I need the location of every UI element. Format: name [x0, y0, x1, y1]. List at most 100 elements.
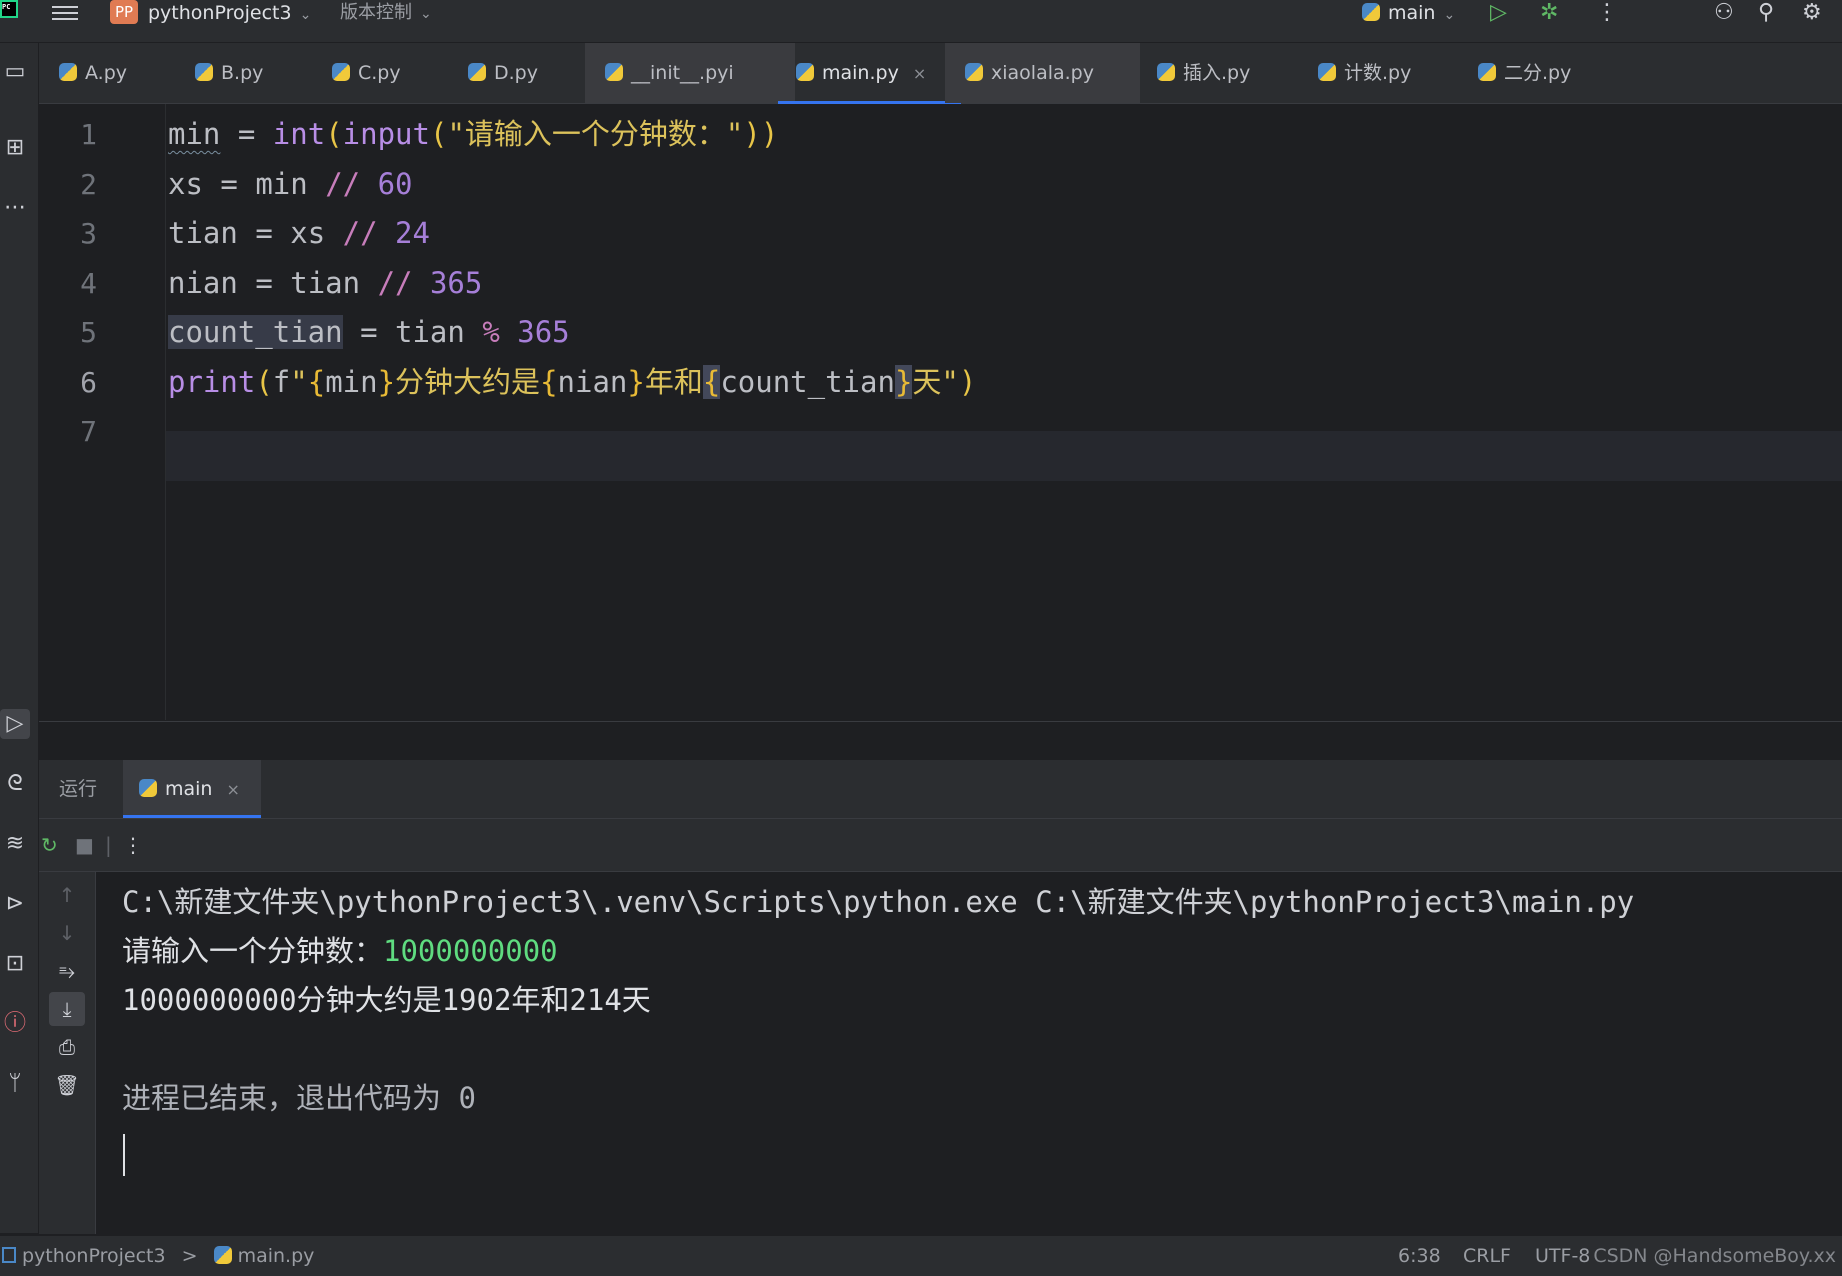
python-file-icon: [1478, 62, 1496, 81]
pycharm-logo-icon: PC: [0, 0, 18, 18]
line-number: 5: [80, 316, 97, 349]
run-config-selector[interactable]: main ⌄: [1362, 0, 1455, 28]
console-side-toolbar: ↑ ↓ ⥱ ⤓ ⎙ 🗑: [39, 872, 96, 1234]
project-selector[interactable]: pythonProject3 ⌄: [148, 0, 311, 28]
console-caret: [123, 1134, 125, 1176]
breadcrumb-project[interactable]: pythonProject3: [22, 1245, 166, 1267]
tab-label: A.py: [85, 62, 128, 84]
tab-c-py[interactable]: C.py: [332, 43, 401, 103]
close-run-tab-icon[interactable]: ×: [226, 780, 239, 799]
services-icon[interactable]: ⊳: [0, 889, 30, 919]
scroll-up-icon[interactable]: ↑: [49, 878, 85, 912]
left-tool-strip: ▭ ⊞ ⋯ ▷ ᘓ ≋ ⊳ ⊡ ⓘ ᛘ: [0, 43, 39, 1233]
tab-binary-py[interactable]: 二分.py: [1478, 43, 1571, 103]
settings-gear-icon[interactable]: ⚙: [1802, 0, 1822, 26]
python-icon: [1362, 2, 1380, 21]
python-file-icon: [59, 62, 77, 81]
chevron-down-icon: ⌄: [420, 6, 432, 22]
run-config-name: main: [1388, 2, 1436, 24]
file-encoding[interactable]: UTF-8: [1535, 1236, 1590, 1276]
project-folder-icon[interactable]: ▭: [0, 57, 30, 87]
vcs-menu[interactable]: 版本控制 ⌄: [340, 0, 432, 27]
stop-icon[interactable]: ■: [75, 819, 94, 871]
breadcrumb[interactable]: pythonProject3 > main.py: [2, 1236, 314, 1276]
line-ending[interactable]: CRLF: [1463, 1236, 1511, 1276]
tab-d-py[interactable]: D.py: [468, 43, 538, 103]
run-toolbar: ↻ ■ | ⋮: [39, 819, 1842, 872]
tab-count-py[interactable]: 计数.py: [1318, 43, 1411, 103]
close-tab-icon[interactable]: ×: [913, 64, 926, 83]
code-line[interactable]: print(f"{min}分钟大约是{nian}年和{count_tian}天"…: [168, 358, 976, 407]
run-panel-header: 运行 main ×: [39, 760, 1842, 819]
add-user-icon[interactable]: ⚇: [1714, 0, 1734, 26]
run-panel-title: 运行: [59, 778, 98, 800]
project-icon: [2, 1246, 16, 1263]
structure-icon[interactable]: ⊞: [0, 133, 30, 163]
console-result-line: 1000000000分钟大约是1902年和214天: [122, 983, 651, 1017]
run-tool-icon[interactable]: ▷: [0, 709, 30, 739]
more-options-icon[interactable]: ⋮: [123, 819, 143, 871]
problems-icon[interactable]: ⓘ: [0, 1009, 30, 1039]
current-line-highlight: [39, 431, 1842, 481]
terminal-icon[interactable]: ⊡: [0, 949, 30, 979]
search-icon[interactable]: ⚲: [1758, 0, 1774, 26]
layers-icon[interactable]: ≋: [0, 829, 30, 859]
code-line[interactable]: tian = xs // 24: [168, 209, 430, 258]
more-actions-icon[interactable]: ⋮: [1596, 0, 1618, 26]
tab-a-py[interactable]: A.py: [59, 43, 127, 103]
code-line[interactable]: min = int(input("请输入一个分钟数：")): [168, 110, 778, 159]
code-line[interactable]: nian = tian // 365: [168, 259, 482, 308]
cursor-position[interactable]: 6:38: [1398, 1236, 1441, 1276]
tab-insert-py[interactable]: 插入.py: [1157, 43, 1250, 103]
debug-icon[interactable]: ✲: [1540, 0, 1558, 26]
git-icon[interactable]: ᛘ: [0, 1069, 30, 1099]
vcs-label: 版本控制: [340, 2, 412, 23]
chevron-down-icon: ⌄: [1443, 7, 1456, 23]
code-editor[interactable]: 1 2 3 4 5 6 7 min = int(input("请输入一个分钟数：")) xs …: [39, 104, 1842, 720]
line-number: 2: [80, 167, 97, 201]
line-number: 6: [80, 365, 97, 399]
run-panel: 运行 main × ↻ ■ | ⋮ ↑ ↓ ⥱ ⤓ ⎙ 🗑 C:\新建文件夹\py…: [39, 760, 1842, 1234]
scroll-to-end-icon[interactable]: ⤓: [49, 992, 85, 1026]
tab-label: main.py: [822, 62, 899, 84]
run-tab-main[interactable]: main ×: [123, 760, 261, 818]
python-packages-icon[interactable]: ᘓ: [0, 769, 30, 799]
python-file-icon: [1318, 62, 1336, 81]
run-icon[interactable]: ▷: [1490, 0, 1507, 26]
breadcrumb-file[interactable]: main.py: [238, 1245, 315, 1267]
main-menu-icon[interactable]: [52, 2, 78, 24]
python-file-icon: [332, 62, 350, 81]
line-number: 4: [80, 266, 97, 300]
python-file-icon: [468, 62, 486, 81]
tab-init-pyi[interactable]: __init__.pyi: [585, 43, 795, 103]
project-badge[interactable]: PP: [110, 0, 138, 24]
rerun-icon[interactable]: ↻: [41, 819, 58, 871]
editor-panel-divider[interactable]: [39, 721, 1842, 760]
line-number: 3: [80, 217, 97, 250]
tab-label: D.py: [494, 62, 538, 84]
csdn-watermark: CSDN @HandsomeBoy.xx: [1593, 1245, 1836, 1267]
tab-b-py[interactable]: B.py: [195, 43, 263, 103]
code-line[interactable]: xs = min // 60: [168, 160, 413, 209]
print-icon[interactable]: ⎙: [49, 1030, 85, 1064]
tab-xiaolala-py[interactable]: xiaolala.py: [945, 43, 1140, 103]
console-prompt: 请输入一个分钟数：: [122, 934, 384, 968]
console-command-line: C:\新建文件夹\pythonProject3\.venv\Scripts\py…: [122, 885, 1635, 919]
tab-label: xiaolala.py: [991, 62, 1094, 84]
console-user-input: 1000000000: [383, 934, 558, 968]
console-exit-line: 进程已结束，退出代码为 0: [122, 1081, 476, 1115]
python-icon: [139, 778, 157, 797]
console-output[interactable]: C:\新建文件夹\pythonProject3\.venv\Scripts\py…: [96, 872, 1842, 1234]
code-line[interactable]: count_tian = tian % 365: [168, 308, 570, 357]
tab-label: C.py: [358, 62, 401, 84]
console-prompt-line: 请输入一个分钟数：1000000000: [122, 927, 558, 975]
soft-wrap-icon[interactable]: ⥱: [49, 954, 85, 988]
python-file-icon: [965, 62, 983, 81]
more-tools-icon[interactable]: ⋯: [0, 193, 30, 223]
scroll-down-icon[interactable]: ↓: [49, 916, 85, 950]
trash-icon[interactable]: 🗑: [49, 1068, 85, 1102]
python-file-icon: [796, 62, 814, 81]
tab-main-py[interactable]: main.py ×: [778, 43, 961, 104]
tab-label: B.py: [221, 62, 264, 84]
python-file-icon: [195, 62, 213, 81]
